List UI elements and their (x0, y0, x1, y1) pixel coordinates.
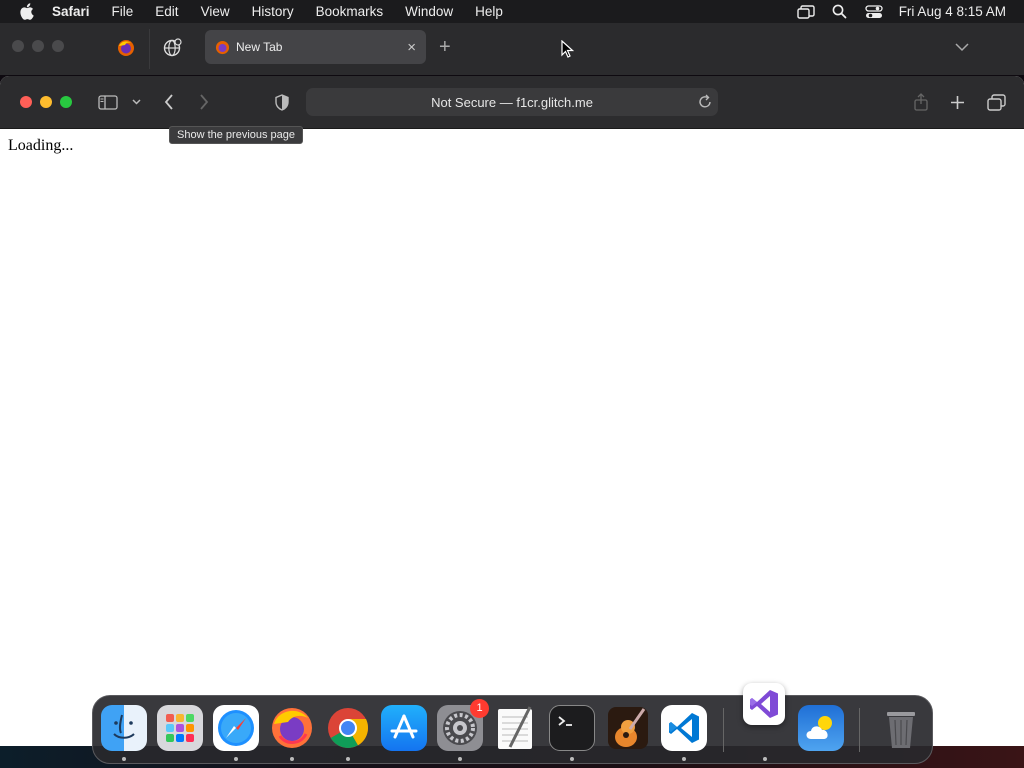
screen-mirroring-icon[interactable] (789, 0, 823, 23)
dock-vscode-icon[interactable] (661, 705, 707, 751)
safari-window: Not Secure — f1cr.glitch.me Loading... S… (0, 76, 1024, 746)
tab-close-button[interactable]: × (407, 39, 416, 56)
dock-running-indicator (763, 757, 767, 761)
menubar-clock[interactable]: Fri Aug 4 8:15 AM (899, 4, 1006, 19)
dock-firefox-icon[interactable] (269, 705, 315, 751)
dock-chrome-icon[interactable] (325, 705, 371, 751)
back-button[interactable] (160, 91, 178, 113)
tab-divider (149, 29, 150, 69)
tab-title: New Tab (236, 40, 283, 54)
dock-running-indicator (122, 757, 126, 761)
loading-text: Loading... (8, 137, 74, 154)
back-button-tooltip: Show the previous page (169, 126, 304, 144)
dock-trash-icon[interactable] (878, 705, 924, 751)
dock-weather-icon[interactable] (798, 705, 844, 751)
dock-system-settings-icon[interactable]: 1 (437, 699, 489, 751)
inactive-close-button[interactable] (12, 40, 24, 52)
spotlight-search-icon[interactable] (823, 0, 857, 23)
pinned-tab-globe-icon[interactable] (162, 37, 184, 59)
menu-window[interactable]: Window (394, 0, 464, 23)
dock-textedit-icon[interactable] (493, 705, 539, 751)
inactive-window-controls (12, 40, 64, 52)
dock-visual-studio-icon[interactable] (743, 683, 785, 725)
dock-launchpad-icon[interactable] (157, 705, 203, 751)
web-content: Loading... (0, 129, 1024, 746)
address-bar[interactable]: Not Secure — f1cr.glitch.me (306, 88, 718, 116)
apple-menu-icon[interactable] (0, 0, 52, 23)
dock-running-indicator (682, 757, 686, 761)
firefox-favicon-icon (215, 40, 230, 54)
menu-bookmarks[interactable]: Bookmarks (305, 0, 395, 23)
background-window: New Tab × + (0, 23, 1024, 75)
menu-bar: Safari File Edit View History Bookmarks … (0, 0, 1024, 23)
menu-file[interactable]: File (101, 0, 145, 23)
inactive-minimize-button[interactable] (32, 40, 44, 52)
tab-new-tab[interactable]: New Tab × (205, 30, 426, 64)
dock-running-indicator (290, 757, 294, 761)
control-center-icon[interactable] (857, 0, 891, 23)
new-tab-button[interactable]: + (439, 37, 451, 57)
menu-edit[interactable]: Edit (144, 0, 189, 23)
new-tab-plus-icon[interactable] (948, 91, 966, 113)
address-text: Not Secure — f1cr.glitch.me (431, 94, 593, 110)
zoom-window-button[interactable] (60, 96, 72, 108)
pinned-tab-firefox-icon[interactable] (115, 37, 137, 59)
window-controls (20, 96, 72, 108)
forward-button[interactable] (195, 91, 213, 113)
dock-garageband-icon[interactable] (605, 705, 651, 751)
dock-running-indicator (458, 757, 462, 761)
dock-terminal-icon[interactable] (549, 705, 595, 751)
dock-app-store-icon[interactable] (381, 705, 427, 751)
dock-safari-icon[interactable] (213, 705, 259, 751)
close-window-button[interactable] (20, 96, 32, 108)
privacy-shield-icon[interactable] (273, 91, 291, 113)
dock-running-indicator (570, 757, 574, 761)
share-icon[interactable] (912, 91, 930, 113)
tab-overview-chevron-icon[interactable] (955, 39, 969, 57)
dock-separator (859, 708, 860, 752)
menu-history[interactable]: History (241, 0, 305, 23)
reload-icon[interactable] (698, 94, 712, 112)
minimize-window-button[interactable] (40, 96, 52, 108)
inactive-zoom-button[interactable] (52, 40, 64, 52)
tab-overview-icon[interactable] (985, 91, 1007, 113)
sidebar-menu-chevron-down-icon[interactable] (130, 91, 142, 113)
menu-help[interactable]: Help (464, 0, 514, 23)
menu-view[interactable]: View (190, 0, 241, 23)
dock-finder-icon[interactable] (101, 705, 147, 751)
dock-running-indicator (234, 757, 238, 761)
menu-app-safari[interactable]: Safari (52, 0, 101, 23)
dock: 1 (92, 695, 933, 764)
mouse-pointer-icon (561, 39, 575, 64)
sidebar-toggle-icon[interactable] (97, 91, 119, 113)
safari-toolbar: Not Secure — f1cr.glitch.me (0, 76, 1024, 129)
dock-separator (723, 708, 724, 752)
dock-running-indicator (346, 757, 350, 761)
notification-badge: 1 (470, 699, 489, 718)
